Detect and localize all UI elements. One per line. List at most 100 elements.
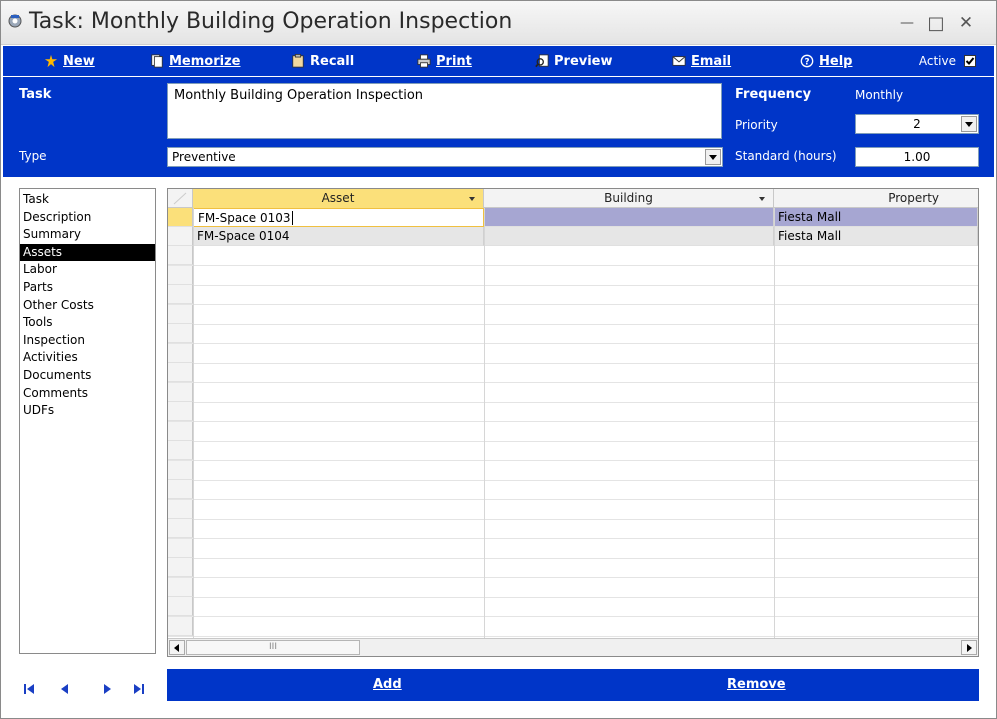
close-button[interactable]: ✕ xyxy=(956,13,976,33)
row-gridline xyxy=(168,596,978,598)
title-bar: Task: Monthly Building Operation Inspect… xyxy=(1,1,996,45)
asset-cell[interactable]: FM-Space 0103 xyxy=(193,208,484,227)
toolbar: New Memorize Recall Print Preview Email … xyxy=(3,46,994,76)
horizontal-scrollbar[interactable]: III xyxy=(168,638,978,656)
row-gridline xyxy=(168,538,978,539)
text-caret xyxy=(291,211,297,225)
nav-item-udfs[interactable]: UDFs xyxy=(20,402,155,420)
scroll-left-button[interactable] xyxy=(169,640,185,655)
maximize-icon: □ xyxy=(927,12,945,34)
row-header xyxy=(168,285,193,304)
email-label: Email xyxy=(691,53,732,69)
building-cell[interactable] xyxy=(484,227,774,246)
maximize-button[interactable]: □ xyxy=(926,12,946,34)
print-button[interactable]: Print xyxy=(416,52,472,70)
grid-header: Asset Building Property xyxy=(168,189,978,208)
priority-select[interactable]: 2 xyxy=(855,114,979,134)
row-gridline xyxy=(168,440,978,442)
minimize-button[interactable]: — xyxy=(897,14,917,32)
building-cell[interactable] xyxy=(484,208,774,227)
standard-hours-field[interactable]: 1.00 xyxy=(855,147,979,167)
new-button[interactable]: New xyxy=(43,52,95,70)
add-button[interactable]: Add xyxy=(373,677,402,692)
help-button[interactable]: ? Help xyxy=(799,52,852,70)
grid-corner[interactable] xyxy=(168,189,193,208)
active-label: Active xyxy=(918,54,956,68)
nav-item-tools[interactable]: Tools xyxy=(20,314,155,332)
first-record-icon[interactable] xyxy=(21,681,37,697)
record-navigator xyxy=(19,681,156,701)
recall-button[interactable]: Recall xyxy=(290,52,354,70)
preview-button[interactable]: Preview xyxy=(534,52,613,70)
sort-arrow-icon xyxy=(469,197,475,201)
previous-record-icon[interactable] xyxy=(57,681,73,697)
row-gridline xyxy=(168,382,978,383)
nav-item-labor[interactable]: Labor xyxy=(20,261,155,279)
nav-item-activities[interactable]: Activities xyxy=(20,349,155,367)
help-icon: ? xyxy=(800,54,814,68)
action-bar: Add Remove xyxy=(167,669,979,701)
nav-item-other-costs[interactable]: Other Costs xyxy=(20,297,155,315)
row-header xyxy=(168,519,193,538)
row-header xyxy=(168,421,193,441)
priority-dropdown-button[interactable] xyxy=(961,116,977,132)
row-header xyxy=(168,558,193,577)
nav-item-task[interactable]: Task xyxy=(20,191,155,209)
row-gridline xyxy=(168,304,978,305)
email-button[interactable]: Email xyxy=(671,52,731,70)
row-gridline xyxy=(168,499,978,500)
priority-value: 2 xyxy=(913,117,921,131)
nav-item-description[interactable]: Description xyxy=(20,209,155,227)
nav-item-parts[interactable]: Parts xyxy=(20,279,155,297)
nav-item-assets[interactable]: Assets xyxy=(20,243,155,262)
task-name-field[interactable]: Monthly Building Operation Inspection xyxy=(167,83,722,139)
row-header xyxy=(168,538,193,558)
window-title: Task: Monthly Building Operation Inspect… xyxy=(29,9,513,34)
nav-item-inspection[interactable]: Inspection xyxy=(20,332,155,350)
task-label: Task xyxy=(19,87,52,102)
type-select[interactable]: Preventive xyxy=(167,147,723,167)
type-label: Type xyxy=(19,149,47,163)
row-gridline xyxy=(168,284,978,286)
memorize-button[interactable]: Memorize xyxy=(149,52,240,70)
row-header xyxy=(168,499,193,519)
minimize-icon: — xyxy=(900,15,914,31)
chevron-down-icon xyxy=(965,121,973,127)
column-header-building[interactable]: Building xyxy=(484,189,774,208)
memorize-label: Memorize xyxy=(169,53,241,69)
nav-item-comments[interactable]: Comments xyxy=(20,385,155,403)
asset-value: FM-Space 0103 xyxy=(198,211,291,225)
building-header-label: Building xyxy=(604,191,653,205)
nav-item-summary[interactable]: Summary xyxy=(20,226,155,244)
column-divider xyxy=(193,208,194,638)
sort-arrow-icon xyxy=(759,197,765,201)
row-header xyxy=(168,577,193,597)
task-header-panel: Task Monthly Building Operation Inspecti… xyxy=(3,77,994,177)
row-header[interactable] xyxy=(168,208,193,227)
row-gridline xyxy=(168,479,978,481)
property-cell[interactable]: Fiesta Mall xyxy=(774,208,978,227)
asset-cell[interactable]: FM-Space 0104 xyxy=(193,227,484,246)
active-checkbox[interactable] xyxy=(964,55,976,67)
nav-item-documents[interactable]: Documents xyxy=(20,367,155,385)
next-record-icon[interactable] xyxy=(99,681,115,697)
last-record-icon[interactable] xyxy=(131,681,147,697)
row-header xyxy=(168,343,193,363)
new-star-icon xyxy=(44,54,58,68)
row-header xyxy=(168,382,193,402)
row-gridline xyxy=(168,460,978,461)
type-dropdown-button[interactable] xyxy=(705,149,721,165)
row-header xyxy=(168,246,193,265)
remove-button[interactable]: Remove xyxy=(727,677,786,692)
active-toggle[interactable]: Active xyxy=(919,54,976,68)
scroll-right-button[interactable] xyxy=(961,640,977,655)
property-cell[interactable]: Fiesta Mall xyxy=(774,227,978,246)
row-header xyxy=(168,597,193,616)
scroll-thumb[interactable]: III xyxy=(186,640,360,655)
column-header-asset[interactable]: Asset xyxy=(193,189,484,208)
column-header-property[interactable]: Property xyxy=(774,189,978,208)
row-header xyxy=(168,480,193,499)
row-header[interactable] xyxy=(168,227,193,246)
task-window: Task: Monthly Building Operation Inspect… xyxy=(0,0,997,719)
section-nav: Task Description Summary Assets Labor Pa… xyxy=(19,188,156,654)
